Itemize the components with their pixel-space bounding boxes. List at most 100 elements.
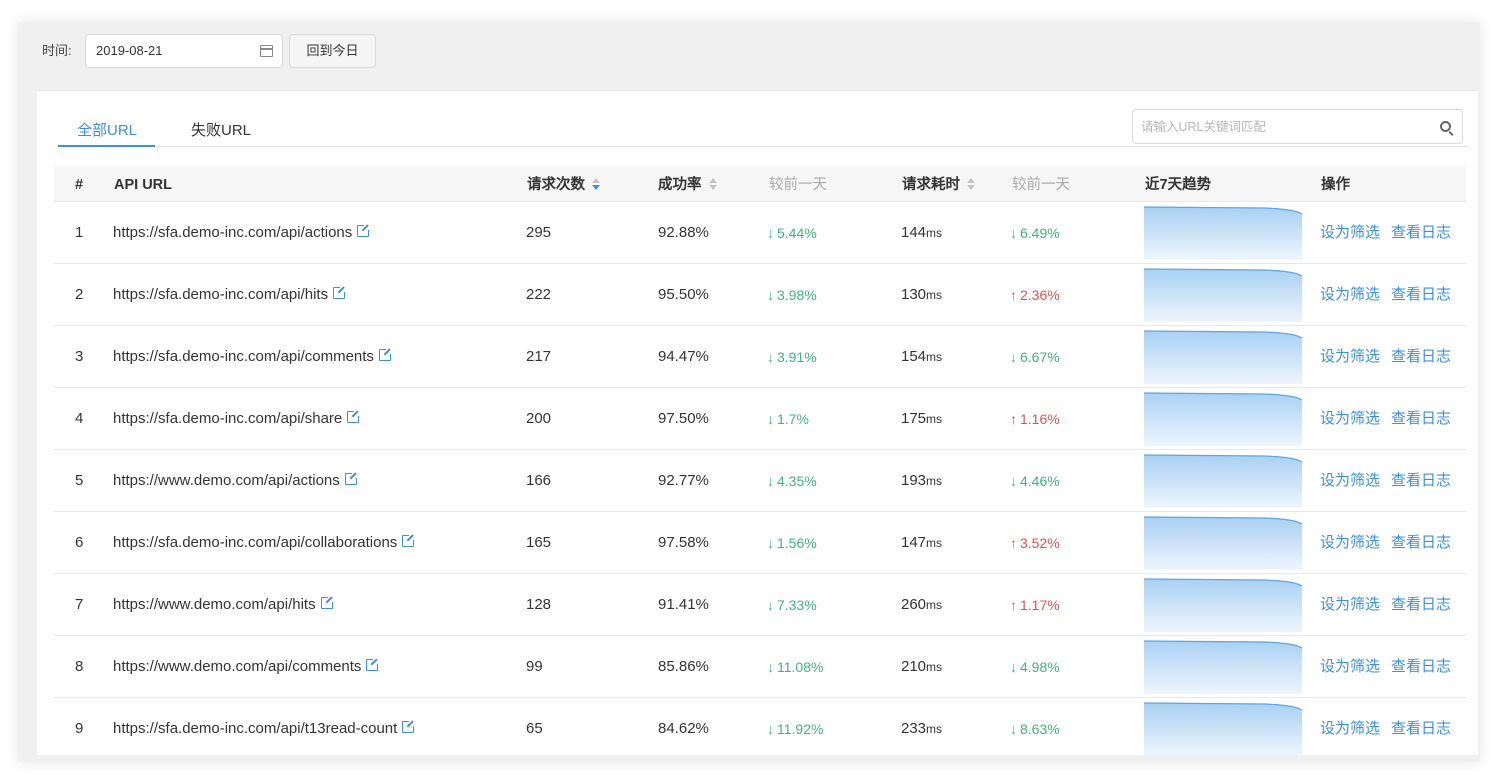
tab-all-url[interactable]: 全部URL — [77, 119, 137, 147]
latency-unit: ms — [926, 722, 943, 736]
table-row: 9 https://sfa.demo-inc.com/api/t13read-co… — [54, 698, 1466, 755]
request-count: 166 — [526, 472, 552, 489]
arrow-down-icon: ↓ — [767, 659, 774, 675]
success-rate: 91.41% — [658, 596, 709, 613]
arrow-down-icon: ↓ — [767, 597, 774, 613]
trend-sparkline — [1144, 702, 1302, 755]
arrow-up-icon: ↑ — [1010, 535, 1017, 551]
arrow-down-icon: ↓ — [767, 473, 774, 489]
api-url-text[interactable]: https://sfa.demo-inc.com/api/comments — [113, 348, 374, 365]
api-url-link[interactable]: https://sfa.demo-inc.com/api/collaborati… — [113, 512, 417, 574]
row-index: 3 — [75, 348, 84, 365]
arrow-down-icon: ↓ — [1010, 659, 1017, 675]
row-index: 2 — [75, 286, 84, 303]
set-filter-link[interactable]: 设为筛选 — [1320, 574, 1380, 636]
api-url-text[interactable]: https://www.demo.com/api/actions — [113, 472, 340, 489]
header-success-rate[interactable]: 成功率 — [658, 166, 717, 204]
view-logs-link[interactable]: 查看日志 — [1391, 326, 1451, 388]
set-filter-link[interactable]: 设为筛选 — [1320, 698, 1380, 755]
api-url-link[interactable]: https://www.demo.com/api/hits — [113, 574, 335, 636]
external-link-icon[interactable] — [333, 285, 348, 299]
set-filter-link[interactable]: 设为筛选 — [1320, 202, 1380, 264]
latency-value: 144 — [901, 224, 927, 241]
external-link-icon[interactable] — [347, 409, 362, 423]
external-link-icon[interactable] — [357, 223, 372, 237]
set-filter-link[interactable]: 设为筛选 — [1320, 326, 1380, 388]
latency-change-value: 2.36% — [1020, 287, 1060, 303]
sort-icon[interactable] — [708, 178, 717, 190]
api-url-link[interactable]: https://www.demo.com/api/comments — [113, 636, 381, 698]
api-url-link[interactable]: https://sfa.demo-inc.com/api/share — [113, 388, 362, 450]
view-logs-link[interactable]: 查看日志 — [1391, 512, 1451, 574]
arrow-down-icon: ↓ — [767, 287, 774, 303]
external-link-icon[interactable] — [366, 657, 381, 671]
arrow-up-icon: ↑ — [1010, 287, 1017, 303]
external-link-icon[interactable] — [378, 347, 393, 361]
api-url-link[interactable]: https://sfa.demo-inc.com/api/comments — [113, 326, 393, 388]
trend-sparkline — [1144, 516, 1302, 570]
set-filter-link[interactable]: 设为筛选 — [1320, 264, 1380, 326]
trend-sparkline — [1144, 206, 1302, 260]
api-url-link[interactable]: https://sfa.demo-inc.com/api/t13read-cou… — [113, 698, 417, 755]
success-change: ↓ 7.33% — [767, 574, 817, 636]
latency: 260ms — [901, 574, 942, 636]
latency-value: 147 — [901, 534, 927, 551]
row-index: 9 — [75, 720, 84, 737]
latency-value: 260 — [901, 596, 927, 613]
view-logs-link[interactable]: 查看日志 — [1391, 636, 1451, 698]
set-filter-link[interactable]: 设为筛选 — [1320, 636, 1380, 698]
latency-unit: ms — [926, 598, 943, 612]
tab-failed-url[interactable]: 失败URL — [191, 119, 251, 147]
latency: 154ms — [901, 326, 942, 388]
latency-change: ↓ 6.67% — [1010, 326, 1060, 388]
view-logs-link[interactable]: 查看日志 — [1391, 264, 1451, 326]
api-url-link[interactable]: https://sfa.demo-inc.com/api/hits — [113, 264, 348, 326]
arrow-down-icon: ↓ — [767, 411, 774, 427]
external-link-icon[interactable] — [402, 533, 417, 547]
latency-change: ↑ 1.16% — [1010, 388, 1060, 450]
api-url-text[interactable]: https://sfa.demo-inc.com/api/t13read-cou… — [113, 720, 397, 737]
api-url-text[interactable]: https://sfa.demo-inc.com/api/hits — [113, 286, 328, 303]
success-change-value: 11.92% — [777, 721, 824, 737]
latency-change: ↓ 6.49% — [1010, 202, 1060, 264]
view-logs-link[interactable]: 查看日志 — [1391, 388, 1451, 450]
set-filter-link[interactable]: 设为筛选 — [1320, 512, 1380, 574]
external-link-icon[interactable] — [344, 471, 359, 485]
success-rate: 95.50% — [658, 286, 709, 303]
arrow-down-icon: ↓ — [1010, 473, 1017, 489]
api-url-link[interactable]: https://sfa.demo-inc.com/api/actions — [113, 202, 372, 264]
external-link-icon[interactable] — [320, 595, 335, 609]
header-requests[interactable]: 请求次数 — [527, 166, 600, 204]
calendar-icon[interactable] — [260, 45, 273, 57]
view-logs-link[interactable]: 查看日志 — [1391, 574, 1451, 636]
set-filter-link[interactable]: 设为筛选 — [1320, 450, 1380, 512]
sort-icon[interactable] — [592, 178, 600, 190]
success-rate: 84.62% — [658, 720, 709, 737]
api-url-link[interactable]: https://www.demo.com/api/actions — [113, 450, 359, 512]
back-to-today-button[interactable]: 回到今日 — [289, 34, 376, 68]
latency: 144ms — [901, 202, 942, 264]
success-change-value: 3.98% — [777, 287, 817, 303]
sort-icon[interactable] — [967, 178, 975, 190]
api-url-text[interactable]: https://sfa.demo-inc.com/api/collaborati… — [113, 534, 397, 551]
api-url-text[interactable]: https://www.demo.com/api/hits — [113, 596, 316, 613]
view-logs-link[interactable]: 查看日志 — [1391, 202, 1451, 264]
set-filter-link[interactable]: 设为筛选 — [1320, 388, 1380, 450]
api-url-text[interactable]: https://sfa.demo-inc.com/api/actions — [113, 224, 352, 241]
header-latency[interactable]: 请求耗时 — [902, 166, 975, 204]
view-logs-link[interactable]: 查看日志 — [1391, 450, 1451, 512]
trend-sparkline — [1144, 330, 1302, 384]
date-picker[interactable]: 2019-08-21 — [85, 34, 283, 68]
latency: 130ms — [901, 264, 942, 326]
success-change-value: 11.08% — [777, 659, 824, 675]
header-trend: 近7天趋势 — [1145, 177, 1212, 193]
external-link-icon[interactable] — [402, 719, 417, 733]
request-count: 128 — [526, 596, 552, 613]
latency: 175ms — [901, 388, 942, 450]
api-url-text[interactable]: https://sfa.demo-inc.com/api/share — [113, 410, 342, 427]
search-icon[interactable] — [1440, 121, 1451, 132]
view-logs-link[interactable]: 查看日志 — [1391, 698, 1451, 755]
api-url-text[interactable]: https://www.demo.com/api/comments — [113, 658, 361, 675]
url-search-input[interactable] — [1141, 110, 1421, 143]
arrow-down-icon: ↓ — [767, 225, 774, 241]
